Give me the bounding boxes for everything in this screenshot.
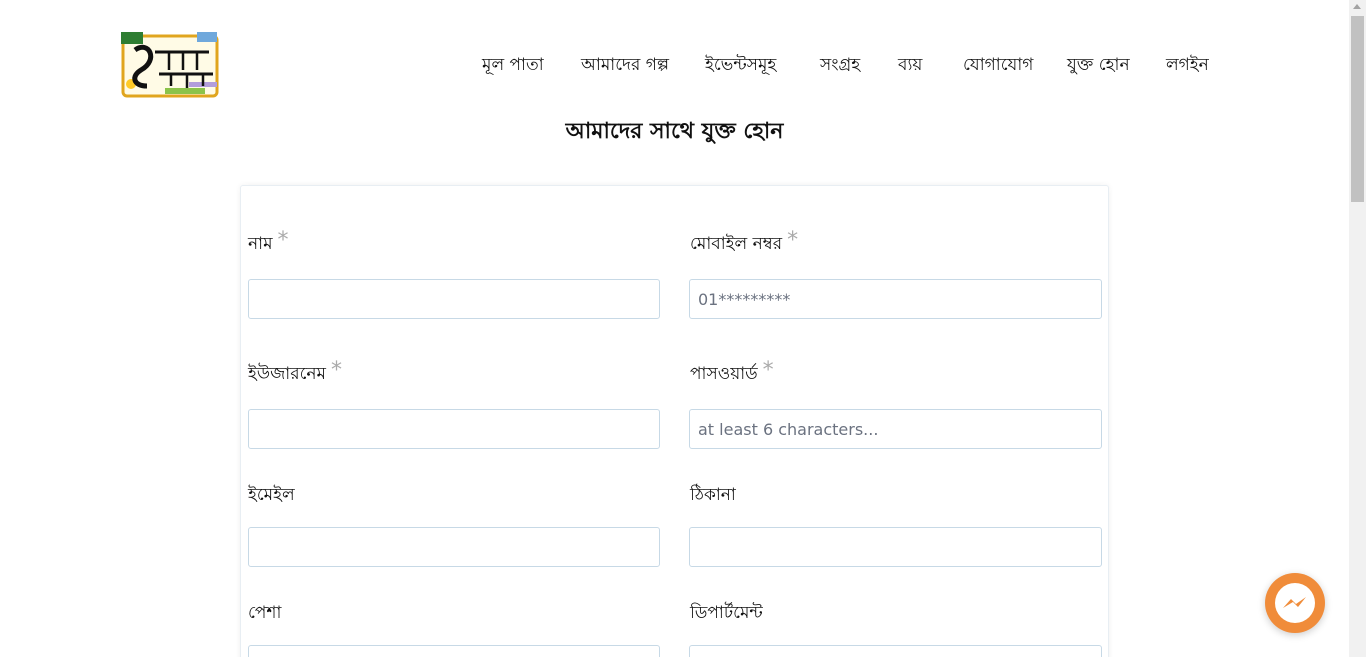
password-label: পাসওয়ার্ড * bbox=[690, 358, 774, 389]
address-label-text: ঠিকানা bbox=[690, 485, 736, 505]
address-input[interactable] bbox=[689, 527, 1102, 567]
messenger-chat-button[interactable] bbox=[1265, 573, 1325, 633]
department-label-text: ডিপার্টমেন্ট bbox=[690, 603, 763, 623]
messenger-bolt-icon bbox=[1283, 597, 1306, 608]
main-nav: মূল পাতা আমাদের গল্প ইভেন্টসমূহ সংগ্রহ ব… bbox=[0, 52, 1349, 76]
profession-label-text: পেশা bbox=[248, 603, 282, 623]
nav-item-home[interactable]: মূল পাতা bbox=[482, 52, 544, 80]
profession-label: পেশা bbox=[248, 600, 281, 628]
username-input[interactable] bbox=[248, 409, 660, 449]
password-input[interactable] bbox=[689, 409, 1102, 449]
name-input[interactable] bbox=[248, 279, 660, 319]
nav-item-login[interactable]: লগইন bbox=[1166, 52, 1209, 80]
profession-input[interactable] bbox=[248, 645, 660, 657]
email-label-text: ইমেইল bbox=[248, 485, 295, 505]
nav-item-join[interactable]: যুক্ত হোন bbox=[1067, 52, 1130, 80]
name-label: নাম * bbox=[248, 228, 289, 259]
registration-form: নাম* মোবাইল নম্বর* ইউজারনেম* পাসওয়ার্ড*… bbox=[240, 185, 1109, 657]
username-label-text: ইউজারনেম bbox=[248, 364, 326, 384]
scroll-up-icon[interactable] bbox=[1353, 4, 1361, 9]
required-marker: * bbox=[787, 228, 799, 253]
name-label-text: নাম bbox=[248, 234, 273, 254]
department-input[interactable] bbox=[689, 645, 1102, 657]
page-scrollbar[interactable] bbox=[1349, 0, 1366, 657]
required-marker: * bbox=[331, 358, 342, 383]
address-label: ঠিকানা bbox=[690, 482, 736, 510]
email-input[interactable] bbox=[248, 527, 660, 567]
mobile-input[interactable] bbox=[689, 279, 1102, 319]
nav-item-contact[interactable]: যোগাযোগ bbox=[963, 52, 1033, 80]
mobile-label-text: মোবাইল নম্বর bbox=[690, 234, 783, 254]
nav-item-events[interactable]: ইভেন্টসমূহ bbox=[705, 52, 776, 80]
page-title: আমাদের সাথে যুক্ত হোন bbox=[565, 119, 784, 144]
scroll-thumb[interactable] bbox=[1351, 16, 1364, 202]
site-header: মূল পাতা আমাদের গল্প ইভেন্টসমূহ সংগ্রহ ব… bbox=[0, 0, 1349, 110]
password-label-text: পাসওয়ার্ড bbox=[690, 364, 758, 384]
mobile-label: মোবাইল নম্বর * bbox=[690, 228, 799, 259]
username-label: ইউজারনেম * bbox=[248, 358, 342, 389]
email-label: ইমেইল bbox=[248, 482, 295, 510]
messenger-icon bbox=[1275, 583, 1315, 623]
required-marker: * bbox=[762, 358, 774, 383]
department-label: ডিপার্টমেন্ট bbox=[690, 600, 763, 628]
nav-item-our-story[interactable]: আমাদের গল্প bbox=[581, 52, 669, 80]
nav-item-collection[interactable]: সংগ্রহ bbox=[820, 52, 860, 80]
nav-item-expense[interactable]: ব্যয় bbox=[898, 52, 922, 80]
required-marker: * bbox=[277, 228, 289, 253]
